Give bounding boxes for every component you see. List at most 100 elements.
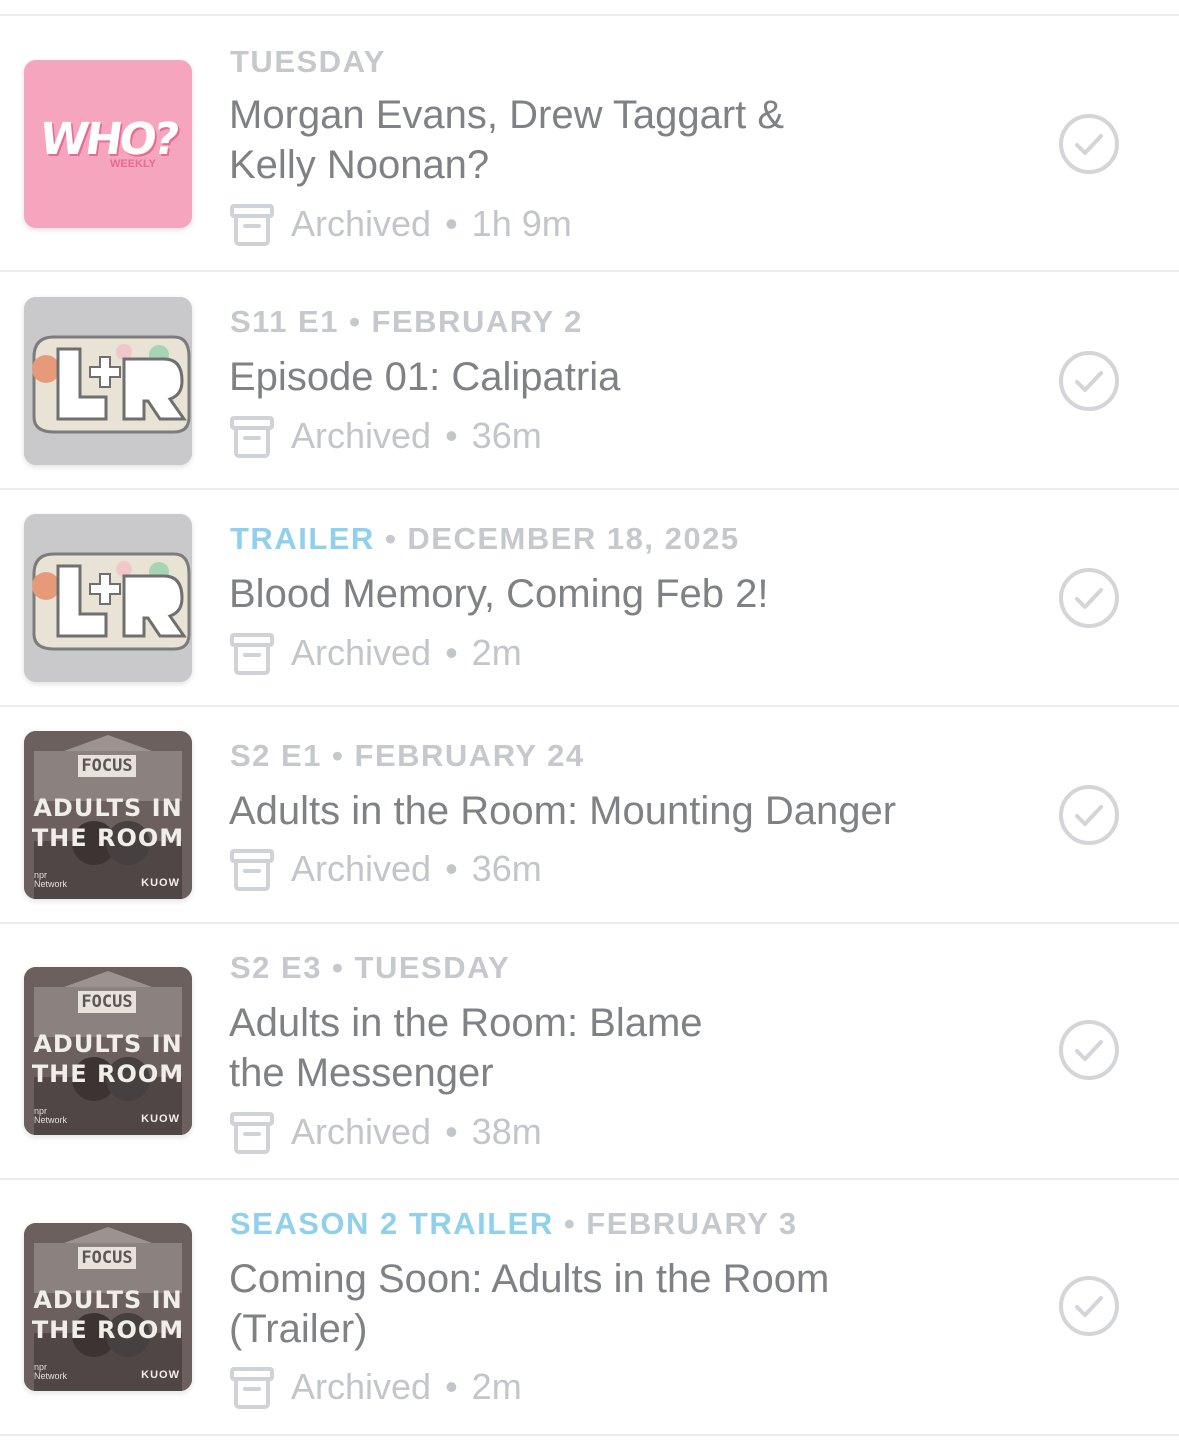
lr-logo-icon: [24, 514, 192, 682]
episode-title-line: Coming Soon: Adults in the Room: [229, 1257, 830, 1301]
played-check-icon[interactable]: [1057, 112, 1121, 176]
npr-logo: npr Network: [34, 1107, 67, 1125]
archive-icon: [230, 633, 274, 675]
podcast-artwork-adults-in-the-room[interactable]: FOCUS ADULTS IN THE ROOM npr Network KUO…: [24, 967, 192, 1135]
archived-label: Archived: [291, 848, 432, 889]
artwork-title: ADULTS IN THE ROOM: [24, 793, 192, 853]
episode-row[interactable]: FOCUS ADULTS IN THE ROOM npr Network KUO…: [0, 707, 1179, 924]
separator-dot: •: [445, 848, 458, 889]
artwork-focus-label: FOCUS: [78, 1247, 136, 1269]
episode-title-line: Adults in the Room: Mounting Danger: [229, 789, 897, 833]
episode-list: WHO? WEEKLY TUESDAY Morgan Evans, Drew T…: [0, 0, 1179, 1450]
episode-title-line: (Trailer): [229, 1307, 368, 1351]
podcast-artwork-lr[interactable]: [24, 297, 192, 465]
played-check-icon[interactable]: [1057, 1018, 1121, 1082]
episode-status: Archived • 1h 9m: [229, 201, 572, 247]
episode-meta: TRAILER • DECEMBER 18, 2025: [230, 521, 740, 557]
artwork-title: WHO?: [36, 114, 180, 165]
archived-label: Archived: [291, 632, 432, 673]
kuow-logo: KUOW: [141, 1113, 180, 1125]
episode-title[interactable]: Coming Soon: Adults in the Room (Trailer…: [229, 1254, 1029, 1354]
archive-icon: [230, 204, 274, 246]
archive-icon: [230, 416, 274, 458]
lr-logo-icon: [24, 297, 192, 465]
episode-status: Archived • 2m: [229, 1364, 522, 1410]
artwork-title-line: ADULTS IN: [33, 1030, 183, 1058]
artwork-title-line: ADULTS IN: [33, 1286, 183, 1314]
archived-label: Archived: [291, 415, 432, 456]
episode-title[interactable]: Episode 01: Calipatria: [229, 352, 1029, 402]
archive-icon: [230, 849, 274, 891]
artwork-focus-label: FOCUS: [78, 755, 136, 777]
episode-type-label: SEASON 2 TRAILER: [230, 1206, 554, 1241]
artwork-title-line: ADULTS IN: [33, 794, 183, 822]
archived-label: Archived: [291, 1366, 432, 1407]
episode-date: S2 E1 • FEBRUARY 24: [230, 738, 585, 773]
podcast-artwork-who-weekly[interactable]: WHO? WEEKLY: [24, 60, 192, 228]
archive-icon: [230, 1112, 274, 1154]
episode-meta: SEASON 2 TRAILER • FEBRUARY 3: [230, 1206, 798, 1242]
kuow-logo: KUOW: [141, 1369, 180, 1381]
episode-date: TUESDAY: [230, 44, 386, 79]
episode-type-label: TRAILER: [230, 521, 375, 556]
npr-logo: npr Network: [34, 871, 67, 889]
npr-network-text: Network: [34, 1371, 68, 1381]
podcast-artwork-adults-in-the-room[interactable]: FOCUS ADULTS IN THE ROOM npr Network KUO…: [24, 1223, 192, 1391]
episode-meta: S11 E1 • FEBRUARY 2: [230, 304, 583, 340]
episode-status: Archived • 36m: [229, 846, 542, 892]
separator-dot: •: [445, 1111, 458, 1152]
separator-dot: •: [445, 1366, 458, 1407]
episode-meta: S2 E1 • FEBRUARY 24: [230, 738, 585, 774]
episode-title[interactable]: Blood Memory, Coming Feb 2!: [229, 569, 1029, 619]
episode-row[interactable]: TRAILER • DECEMBER 18, 2025 Blood Memory…: [0, 490, 1179, 707]
episode-row[interactable]: S11 E1 • FEBRUARY 2 Episode 01: Calipatr…: [0, 272, 1179, 490]
episode-row[interactable]: FOCUS ADULTS IN THE ROOM npr Network KUO…: [0, 924, 1179, 1180]
separator-dot: •: [445, 415, 458, 456]
episode-duration: 2m: [471, 632, 522, 673]
episode-title[interactable]: Adults in the Room: Mounting Danger: [229, 786, 1009, 836]
episode-status: Archived • 2m: [229, 630, 522, 676]
row-divider: [0, 1434, 1179, 1436]
episode-date: S2 E3 • TUESDAY: [230, 950, 511, 985]
artwork-title-line: THE ROOM: [31, 1060, 185, 1088]
episode-duration: 36m: [471, 415, 542, 456]
episode-meta: S2 E3 • TUESDAY: [230, 950, 510, 986]
artwork-focus-label: FOCUS: [78, 991, 136, 1013]
episode-meta: TUESDAY: [230, 44, 386, 80]
npr-network-text: Network: [34, 1115, 68, 1125]
episode-duration: 1h 9m: [471, 203, 572, 244]
played-check-icon[interactable]: [1057, 783, 1121, 847]
episode-row[interactable]: FOCUS ADULTS IN THE ROOM npr Network KUO…: [0, 1180, 1179, 1436]
separator-dot: •: [445, 203, 458, 244]
episode-title[interactable]: Adults in the Room: Blame the Messenger: [229, 998, 1029, 1098]
podcast-artwork-lr[interactable]: [24, 514, 192, 682]
episode-date: • FEBRUARY 3: [553, 1206, 798, 1241]
episode-date: • DECEMBER 18, 2025: [374, 521, 740, 556]
episode-title-line: the Messenger: [229, 1051, 494, 1095]
npr-network-text: Network: [34, 879, 68, 889]
episode-title-line: Blood Memory, Coming Feb 2!: [229, 572, 769, 616]
episode-duration: 2m: [471, 1366, 522, 1407]
podcast-artwork-adults-in-the-room[interactable]: FOCUS ADULTS IN THE ROOM npr Network KUO…: [24, 731, 192, 899]
played-check-icon[interactable]: [1057, 349, 1121, 413]
artwork-title-line: THE ROOM: [31, 824, 185, 852]
episode-duration: 38m: [471, 1111, 542, 1152]
episode-title-line: Episode 01: Calipatria: [229, 355, 621, 399]
played-check-icon[interactable]: [1057, 1274, 1121, 1338]
episode-title[interactable]: Morgan Evans, Drew Taggart & Kelly Noona…: [229, 90, 1029, 190]
archive-icon: [230, 1367, 274, 1409]
episode-title-line: Morgan Evans, Drew Taggart &: [229, 93, 785, 137]
episode-row[interactable]: WHO? WEEKLY TUESDAY Morgan Evans, Drew T…: [0, 16, 1179, 272]
episode-duration: 36m: [471, 848, 542, 889]
artwork-title: ADULTS IN THE ROOM: [24, 1029, 192, 1089]
npr-logo: npr Network: [34, 1363, 67, 1381]
archived-label: Archived: [291, 1111, 432, 1152]
episode-status: Archived • 38m: [229, 1109, 542, 1155]
played-check-icon[interactable]: [1057, 566, 1121, 630]
archived-label: Archived: [291, 203, 432, 244]
episode-title-line: Kelly Noonan?: [229, 143, 490, 187]
separator-dot: •: [445, 632, 458, 673]
episode-status: Archived • 36m: [229, 413, 542, 459]
episode-date: S11 E1 • FEBRUARY 2: [230, 304, 583, 339]
kuow-logo: KUOW: [141, 877, 180, 889]
